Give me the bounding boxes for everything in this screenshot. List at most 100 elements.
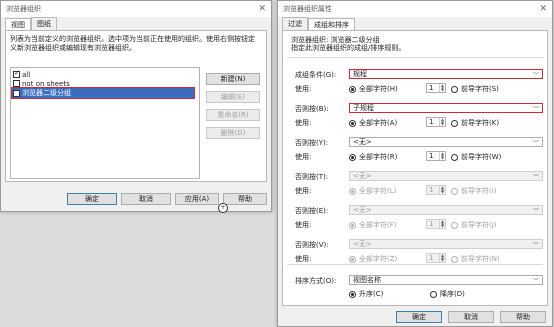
character-count-value: 1 [429, 84, 434, 92]
all-characters-option[interactable]: 全部字符(A) [349, 118, 397, 128]
character-count-value: 1 [429, 152, 434, 160]
ok-button[interactable]: 确定 [67, 193, 117, 205]
leading-characters-label: 前导字符(N) [461, 255, 500, 263]
group-rule-value: 规程 [353, 70, 367, 78]
use-label: 使用: [295, 255, 312, 263]
spinner-icon[interactable]: ▲ ▼ [439, 118, 445, 126]
character-count-stepper[interactable]: 1 ▲ ▼ [426, 151, 446, 161]
spinner-icon[interactable]: ▲ ▼ [439, 84, 445, 92]
leading-characters-option[interactable]: 前导字符(K) [451, 118, 499, 128]
character-count-value: 1 [429, 220, 434, 228]
character-count-stepper[interactable]: 1 ▲ ▼ [426, 253, 446, 263]
close-icon[interactable]: ✕ [258, 4, 266, 14]
tab-sheets[interactable]: 图纸 [31, 17, 57, 30]
list-item[interactable]: not on sheets [13, 79, 70, 88]
list-item[interactable]: all [13, 69, 30, 79]
use-label: 使用: [295, 85, 312, 93]
leading-characters-option[interactable]: 前导字符(I) [451, 186, 497, 196]
organization-list[interactable]: all not on sheets 浏览器二级分组 [10, 67, 200, 179]
group-rule-label: 否则按(T): [295, 173, 329, 181]
leading-characters-radio[interactable] [451, 153, 458, 161]
org-instruction: 指定此浏览器组织的成组/排序规则。 [291, 44, 406, 52]
sort-by-value: 视图名称 [353, 276, 381, 284]
sort-by-dropdown[interactable]: 视图名称 ﹀ [349, 275, 543, 285]
apply-button[interactable]: 应用(A) [175, 193, 219, 205]
descending-radio[interactable] [430, 290, 437, 298]
right-tab-panel: 浏览器组织: 浏览器二级分组 指定此浏览器组织的成组/排序规则。 成组条件(G)… [282, 30, 548, 306]
list-item-selected[interactable]: 浏览器二级分组 [11, 87, 195, 99]
divider [287, 264, 543, 265]
left-tab-panel: 列表为当前定义的浏览器组织。选中项为当前正在使用的组织。使用右侧按钮定义新浏览器… [5, 30, 267, 182]
delete-button[interactable]: 删除(D) [206, 127, 260, 139]
spinner-icon[interactable]: ▲ ▼ [439, 186, 445, 194]
ascending-radio[interactable] [349, 290, 356, 298]
checkbox-all[interactable] [13, 69, 20, 78]
group-rule-dropdown[interactable]: <无> ﹀ [349, 239, 543, 249]
leading-characters-radio[interactable] [451, 221, 458, 229]
tab-filter[interactable]: 过滤 [282, 17, 308, 30]
ok-button[interactable]: 确定 [396, 311, 442, 323]
group-rule-dropdown[interactable]: <无> ﹀ [349, 137, 543, 147]
checkbox-secondary-group[interactable] [13, 89, 20, 97]
help-button[interactable]: 帮助 [223, 193, 267, 205]
new-button[interactable]: 新建(N) [206, 73, 260, 85]
all-characters-option[interactable]: 全部字符(R) [349, 152, 397, 162]
all-characters-label: 全部字符(F) [359, 221, 397, 229]
spinner-icon[interactable]: ▲ ▼ [439, 220, 445, 228]
all-characters-radio[interactable] [349, 221, 356, 229]
group-rule-value: <无> [353, 206, 372, 214]
all-characters-option[interactable]: 全部字符(Z) [349, 254, 397, 264]
descending-label: 降序(D) [440, 290, 465, 298]
all-characters-option[interactable]: 全部字符(F) [349, 220, 397, 230]
character-count-stepper[interactable]: 1 ▲ ▼ [426, 185, 446, 195]
left-tabs: 视图 图纸 [1, 17, 271, 31]
leading-characters-option[interactable]: 前导字符(W) [451, 152, 501, 162]
all-characters-option[interactable]: 全部字符(H) [349, 84, 398, 94]
leading-characters-option[interactable]: 前导字符(S) [451, 84, 499, 94]
character-count-stepper[interactable]: 1 ▲ ▼ [426, 83, 446, 93]
edit-button[interactable]: 编辑(E) [206, 91, 260, 103]
use-label: 使用: [295, 221, 312, 229]
character-count-stepper[interactable]: 1 ▲ ▼ [426, 117, 446, 127]
chevron-down-icon: ﹀ [532, 139, 539, 147]
all-characters-option[interactable]: 全部字符(L) [349, 186, 396, 196]
group-rule-value: 子规程 [353, 104, 374, 112]
all-characters-radio[interactable] [349, 119, 356, 127]
leading-characters-radio[interactable] [451, 119, 458, 127]
group-rule-value: <无> [353, 138, 372, 146]
descending-option[interactable]: 降序(D) [430, 289, 465, 299]
group-rule-dropdown[interactable]: 子规程 ﹀ [349, 103, 543, 113]
ascending-option[interactable]: 升序(C) [349, 289, 383, 299]
leading-characters-radio[interactable] [451, 85, 458, 93]
all-characters-radio[interactable] [349, 187, 356, 195]
use-label: 使用: [295, 187, 312, 195]
cancel-button[interactable]: 取消 [121, 193, 171, 205]
character-count-stepper[interactable]: 1 ▲ ▼ [426, 219, 446, 229]
all-characters-radio[interactable] [349, 153, 356, 161]
group-rule-dropdown[interactable]: <无> ﹀ [349, 171, 543, 181]
help-button[interactable]: 帮助 [500, 311, 546, 323]
chevron-down-icon: ﹀ [532, 71, 539, 79]
leading-characters-radio[interactable] [451, 255, 458, 263]
leading-characters-label: 前导字符(K) [461, 119, 500, 127]
leading-characters-option[interactable]: 前导字符(N) [451, 254, 500, 264]
leading-characters-radio[interactable] [451, 187, 458, 195]
right-titlebar: 浏览器组织属性 ✕ [278, 1, 552, 17]
cancel-button[interactable]: 取消 [448, 311, 494, 323]
all-characters-radio[interactable] [349, 85, 356, 93]
spinner-icon[interactable]: ▲ ▼ [439, 254, 445, 262]
leading-characters-label: 前导字符(S) [461, 85, 499, 93]
rename-button[interactable]: 重命名(R) [206, 109, 260, 121]
leading-characters-label: 前导字符(I) [461, 187, 497, 195]
leading-characters-option[interactable]: 前导字符(J) [451, 220, 497, 230]
leading-characters-label: 前导字符(J) [461, 221, 497, 229]
all-characters-radio[interactable] [349, 255, 356, 263]
left-description: 列表为当前定义的浏览器组织。选中项为当前正在使用的组织。使用右侧按钮定义新浏览器… [10, 35, 255, 52]
close-icon[interactable]: ✕ [539, 4, 547, 14]
group-rule-dropdown[interactable]: <无> ﹀ [349, 205, 543, 215]
group-rule-dropdown[interactable]: 规程 ﹀ [349, 69, 543, 79]
group-rule-label: 否则按(Y): [295, 139, 329, 147]
spinner-icon[interactable]: ▲ ▼ [439, 152, 445, 160]
right-dialog-title: 浏览器组织属性 [283, 5, 332, 13]
checkbox-not-on-sheets[interactable] [13, 80, 20, 87]
